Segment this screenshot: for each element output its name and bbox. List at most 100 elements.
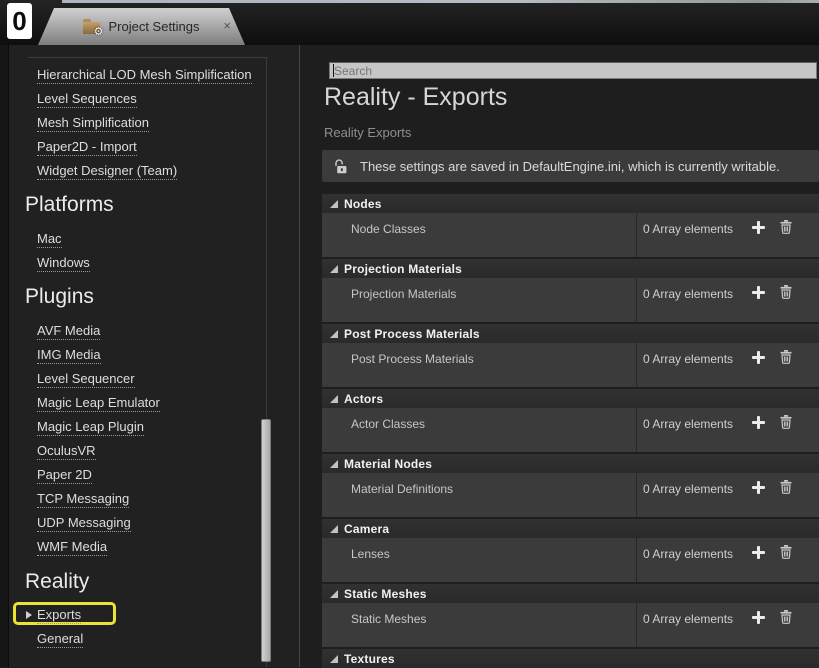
category-header-nodes[interactable]: Nodes bbox=[322, 194, 819, 213]
sidebar-scrollbar-thumb[interactable] bbox=[261, 419, 271, 662]
page-subtitle: Reality Exports bbox=[324, 125, 412, 140]
category-header-projection-materials[interactable]: Projection Materials bbox=[322, 259, 819, 278]
tab-project-settings[interactable]: ⚙ Project Settings × bbox=[38, 8, 245, 45]
sidebar-link-tcp-messaging[interactable]: TCP Messaging bbox=[37, 491, 130, 508]
column-divider[interactable] bbox=[636, 408, 637, 452]
property-label: Post Process Materials bbox=[351, 352, 474, 366]
trash-icon bbox=[780, 480, 792, 494]
column-divider[interactable] bbox=[636, 278, 637, 322]
tab-close-icon[interactable]: × bbox=[223, 19, 231, 32]
property-label: Static Meshes bbox=[351, 612, 427, 626]
add-array-element-button[interactable] bbox=[752, 546, 765, 559]
sidebar-link-general[interactable]: General bbox=[37, 631, 84, 648]
collapse-arrow-icon bbox=[330, 199, 338, 208]
property-label: Lenses bbox=[351, 547, 390, 561]
window-titlebar: 0 ⚙ Project Settings × bbox=[0, 0, 819, 45]
sidebar-section-platforms: Platforms bbox=[25, 193, 114, 216]
property-value: 0 Array elements bbox=[643, 482, 734, 496]
delete-array-elements-button[interactable] bbox=[780, 285, 792, 299]
trash-icon bbox=[780, 545, 792, 559]
delete-array-elements-button[interactable] bbox=[780, 220, 792, 234]
sidebar-item: Mac bbox=[0, 227, 299, 251]
property-row: Node Classes 0 Array elements bbox=[322, 213, 819, 257]
sidebar-item: TCP Messaging bbox=[0, 487, 299, 511]
delete-array-elements-button[interactable] bbox=[780, 545, 792, 559]
settings-search-input[interactable] bbox=[329, 62, 817, 79]
column-divider[interactable] bbox=[636, 538, 637, 582]
sidebar-item: Level Sequences bbox=[0, 87, 299, 111]
property-label: Node Classes bbox=[351, 222, 426, 236]
sidebar-section-reality: Reality bbox=[25, 570, 90, 593]
add-array-element-button[interactable] bbox=[752, 416, 765, 429]
sidebar-link-avf-media[interactable]: AVF Media bbox=[37, 323, 101, 340]
sidebar-link-level-sequencer[interactable]: Level Sequencer bbox=[37, 371, 135, 388]
add-array-element-button[interactable] bbox=[752, 286, 765, 299]
add-array-element-button[interactable] bbox=[752, 481, 765, 494]
sidebar-link-img-media[interactable]: IMG Media bbox=[37, 347, 101, 364]
sidebar-item: WMF Media bbox=[0, 535, 299, 559]
sidebar-link-udp-messaging[interactable]: UDP Messaging bbox=[37, 515, 131, 532]
property-row: Lenses 0 Array elements bbox=[322, 538, 819, 582]
sidebar-link-mac[interactable]: Mac bbox=[37, 231, 62, 248]
sidebar-item: Hierarchical LOD Mesh Simplification bbox=[0, 63, 299, 87]
property-value: 0 Array elements bbox=[643, 417, 734, 431]
sidebar-item: AVF Media bbox=[0, 319, 299, 343]
category-header-textures[interactable]: Textures bbox=[322, 649, 819, 668]
property-row: Post Process Materials 0 Array elements bbox=[322, 343, 819, 387]
category-header-camera[interactable]: Camera bbox=[322, 519, 819, 538]
sidebar-link-paper2d-import[interactable]: Paper2D - Import bbox=[37, 139, 137, 156]
sidebar-item: Mesh Simplification bbox=[0, 111, 299, 135]
property-row: Actor Classes 0 Array elements bbox=[322, 408, 819, 452]
sidebar-item: Widget Designer (Team) bbox=[0, 159, 299, 183]
delete-array-elements-button[interactable] bbox=[780, 415, 792, 429]
column-divider[interactable] bbox=[636, 603, 637, 647]
divider bbox=[28, 57, 268, 58]
collapse-arrow-icon bbox=[330, 654, 338, 663]
trash-icon bbox=[780, 285, 792, 299]
sidebar-item: IMG Media bbox=[0, 343, 299, 367]
sidebar-item-selected: Exports bbox=[0, 603, 299, 627]
tab-title: Project Settings bbox=[108, 19, 200, 34]
sidebar-link-exports[interactable]: Exports bbox=[37, 607, 82, 624]
collapse-arrow-icon bbox=[330, 394, 338, 403]
sidebar-item: Magic Leap Emulator bbox=[0, 391, 299, 415]
column-divider[interactable] bbox=[636, 213, 637, 257]
sidebar-item: Paper2D - Import bbox=[0, 135, 299, 159]
category-header-material-nodes[interactable]: Material Nodes bbox=[322, 454, 819, 473]
column-divider[interactable] bbox=[636, 473, 637, 517]
delete-array-elements-button[interactable] bbox=[780, 610, 792, 624]
sidebar-link-magic-leap-plugin[interactable]: Magic Leap Plugin bbox=[37, 419, 144, 436]
delete-array-elements-button[interactable] bbox=[780, 480, 792, 494]
collapse-arrow-icon bbox=[330, 459, 338, 468]
trash-icon bbox=[780, 220, 792, 234]
property-value: 0 Array elements bbox=[643, 222, 734, 236]
sidebar-item: Magic Leap Plugin bbox=[0, 415, 299, 439]
collapse-arrow-icon bbox=[330, 524, 338, 533]
sidebar-link-paper-2d[interactable]: Paper 2D bbox=[37, 467, 92, 484]
sidebar-section-plugins: Plugins bbox=[25, 285, 94, 308]
sidebar-link-hierarchical-lod[interactable]: Hierarchical LOD Mesh Simplification bbox=[37, 67, 252, 84]
sidebar-link-magic-leap-emulator[interactable]: Magic Leap Emulator bbox=[37, 395, 160, 412]
category-header-actors[interactable]: Actors bbox=[322, 389, 819, 408]
sidebar-link-mesh-simplification[interactable]: Mesh Simplification bbox=[37, 115, 149, 132]
category-header-post-process-materials[interactable]: Post Process Materials bbox=[322, 324, 819, 343]
add-array-element-button[interactable] bbox=[752, 221, 765, 234]
property-value: 0 Array elements bbox=[643, 352, 734, 366]
add-array-element-button[interactable] bbox=[752, 611, 765, 624]
add-array-element-button[interactable] bbox=[752, 351, 765, 364]
sidebar-link-level-sequences[interactable]: Level Sequences bbox=[37, 91, 137, 108]
sidebar-link-widget-designer[interactable]: Widget Designer (Team) bbox=[37, 163, 178, 180]
sidebar-link-oculusvr[interactable]: OculusVR bbox=[37, 443, 96, 460]
column-divider[interactable] bbox=[636, 343, 637, 387]
category-header-static-meshes[interactable]: Static Meshes bbox=[322, 584, 819, 603]
settings-sections: Nodes Node Classes 0 Array elements Proj… bbox=[322, 194, 819, 668]
unlock-icon bbox=[335, 158, 347, 173]
background-window-edge bbox=[62, 0, 819, 3]
delete-array-elements-button[interactable] bbox=[780, 350, 792, 364]
sidebar-link-windows[interactable]: Windows bbox=[37, 255, 90, 272]
collapse-arrow-icon bbox=[330, 589, 338, 598]
notice-text: These settings are saved in DefaultEngin… bbox=[360, 158, 780, 174]
app-icon-glyph: 0 bbox=[12, 5, 27, 36]
sidebar-link-wmf-media[interactable]: WMF Media bbox=[37, 539, 108, 556]
plugins-items: AVF Media IMG Media Level Sequencer Magi… bbox=[0, 319, 299, 559]
